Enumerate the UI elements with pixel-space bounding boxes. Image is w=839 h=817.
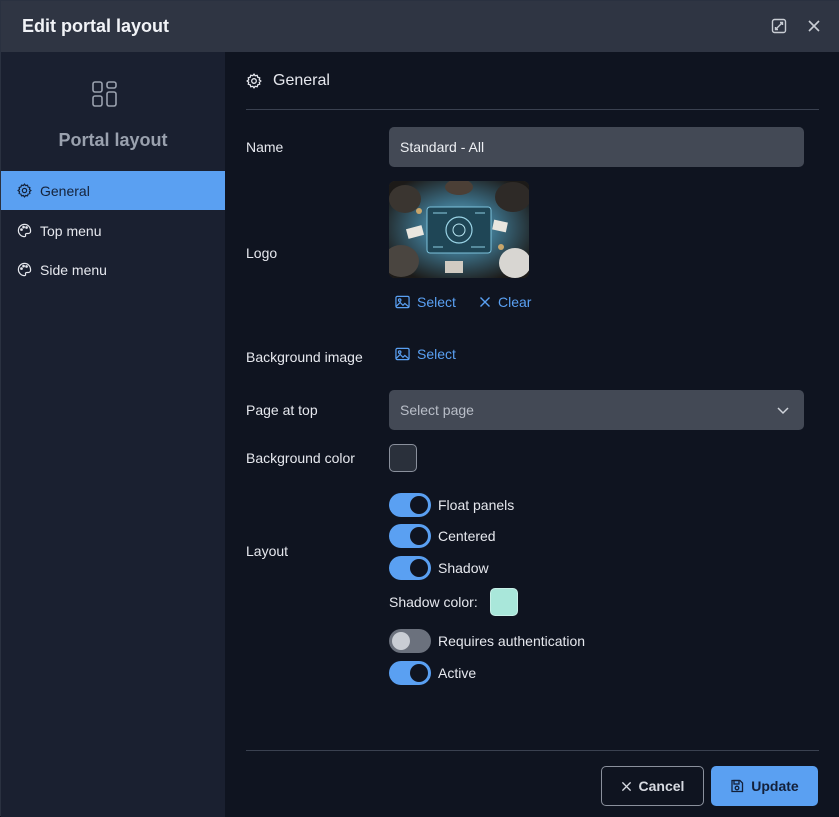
image-icon [395,295,410,309]
toggle-label: Requires authentication [438,633,586,649]
sidebar-item-general[interactable]: General [1,171,225,210]
active-toggle-row: Active [389,661,476,685]
float-panels-toggle-row: Float panels [389,493,514,517]
save-icon [731,779,744,793]
background-image-label: Background image [246,349,363,365]
background-color-label: Background color [246,450,355,466]
layout-label: Layout [246,543,289,559]
dialog-title: Edit portal layout [22,16,170,36]
sidebar-item-label: General [40,182,90,199]
palette-icon [17,262,32,277]
active-toggle[interactable] [389,661,431,685]
palette-icon [17,223,32,238]
layout-grid-icon [91,80,119,111]
close-icon [621,781,631,791]
section-header: General [246,72,330,90]
chevron-down-icon [777,407,789,415]
toggle-label: Float panels [438,497,515,513]
requires-authentication-toggle[interactable] [389,629,431,653]
footer-divider [246,750,819,751]
shadow-color-label: Shadow color: [389,594,478,610]
close-icon[interactable] [803,15,825,37]
logo-select-button[interactable]: Select [395,294,456,310]
background-color-swatch[interactable] [389,444,417,472]
sidebar: Portal layout General Top menu Side menu [1,52,225,817]
expand-icon[interactable] [768,15,790,37]
gear-icon [246,73,262,89]
update-button[interactable]: Update [711,766,818,806]
background-image-select-button[interactable]: Select [395,346,456,362]
section-divider [246,109,819,110]
toggle-label: Centered [438,528,496,544]
shadow-toggle-row: Shadow [389,556,489,580]
shadow-color-swatch[interactable] [490,588,518,616]
cancel-button[interactable]: Cancel [601,766,704,806]
sidebar-title: Portal layout [58,130,168,150]
logo-label: Logo [246,245,278,261]
shadow-toggle[interactable] [389,556,431,580]
sidebar-item-label: Top menu [40,222,102,239]
section-title: General [273,72,330,89]
main-panel: General Name Logo [225,52,839,817]
logo-image [389,181,529,278]
logo-clear-button[interactable]: Clear [479,294,531,310]
toggle-label: Active [438,665,477,681]
page-at-top-label: Page at top [246,402,318,418]
name-input[interactable] [389,127,804,167]
select-placeholder: Select page [400,402,474,418]
sidebar-item-side-menu[interactable]: Side menu [1,250,225,289]
dialog-titlebar: Edit portal layout [1,1,839,52]
sidebar-item-label: Side menu [40,261,107,278]
requires-authentication-toggle-row: Requires authentication [389,629,585,653]
centered-toggle[interactable] [389,524,431,548]
page-at-top-select[interactable]: Select page [389,390,804,430]
toggle-label: Shadow [438,560,489,576]
float-panels-toggle[interactable] [389,493,431,517]
centered-toggle-row: Centered [389,524,496,548]
name-label: Name [246,139,284,155]
sidebar-item-top-menu[interactable]: Top menu [1,211,225,250]
close-icon [480,297,490,307]
image-icon [395,347,410,361]
gear-icon [17,183,32,198]
edit-portal-layout-dialog: Edit portal layout Portal layout General… [0,0,839,817]
